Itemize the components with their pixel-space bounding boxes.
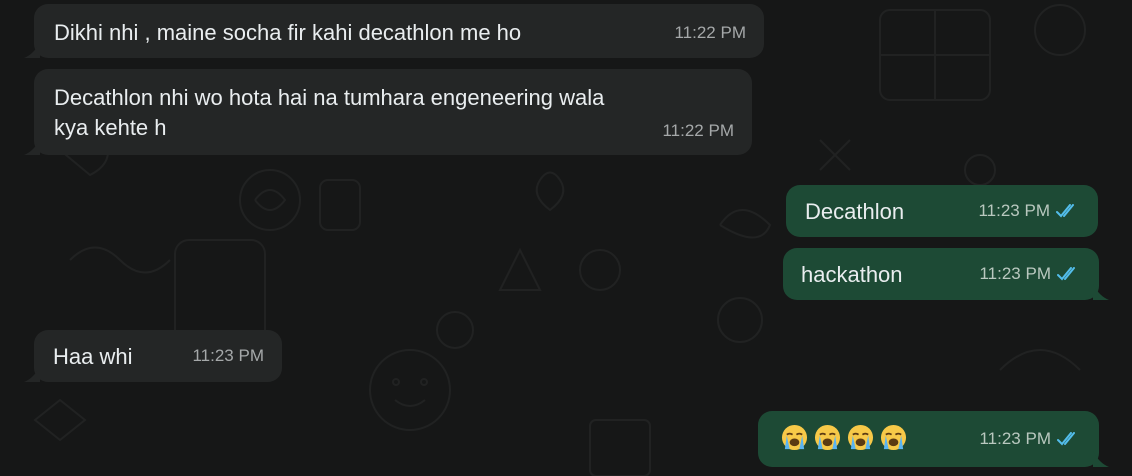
message-time: 11:23 PM — [979, 264, 1051, 283]
bubble-tail — [1093, 284, 1109, 300]
message-incoming[interactable]: Haa whi 11:23 PM — [24, 330, 282, 382]
message-time: 11:22 PM — [674, 23, 746, 42]
message-time: 11:23 PM — [192, 346, 264, 365]
loudly-crying-face-icon — [781, 424, 808, 451]
message-incoming[interactable]: Dikhi nhi , maine socha fir kahi decathl… — [24, 4, 764, 58]
message-time: 11:23 PM — [979, 429, 1051, 448]
bubble-tail — [24, 366, 40, 382]
bubble-tail — [24, 42, 40, 58]
loudly-crying-face-icon — [880, 424, 907, 451]
message-meta: 11:23 PM — [192, 341, 264, 371]
chat-window: Dikhi nhi , maine socha fir kahi decathl… — [0, 0, 1132, 476]
message-meta: 11:23 PM — [978, 196, 1078, 226]
message-text: Dikhi nhi , maine socha fir kahi decathl… — [54, 20, 522, 45]
message-time: 11:23 PM — [978, 201, 1050, 220]
message-text: hackathon — [801, 262, 903, 287]
bubble-tail — [24, 139, 40, 155]
message-meta: 11:23 PM — [979, 424, 1079, 454]
loudly-crying-face-icon — [814, 424, 841, 451]
read-receipt-icon — [1057, 432, 1075, 446]
message-text-line-2: kya kehte h — [54, 115, 167, 140]
message-meta: 11:22 PM — [674, 18, 746, 48]
message-meta: 11:22 PM — [662, 116, 734, 146]
message-outgoing[interactable]: 11:23 PM — [758, 411, 1109, 467]
loudly-crying-face-icon — [847, 424, 874, 451]
read-receipt-icon — [1056, 204, 1074, 218]
message-incoming[interactable]: Decathlon nhi wo hota hai na tumhara eng… — [24, 69, 752, 155]
message-meta: 11:23 PM — [979, 259, 1079, 289]
bubble-tail — [1093, 451, 1109, 467]
message-outgoing[interactable]: Decathlon 11:23 PM — [786, 185, 1098, 237]
message-text: Decathlon — [805, 199, 905, 224]
message-time: 11:22 PM — [662, 121, 734, 140]
message-text: Haa whi — [53, 344, 133, 369]
message-outgoing[interactable]: hackathon 11:23 PM — [783, 248, 1109, 300]
message-text-line-1: Decathlon nhi wo hota hai na tumhara eng… — [54, 85, 605, 110]
read-receipt-icon — [1057, 267, 1075, 281]
